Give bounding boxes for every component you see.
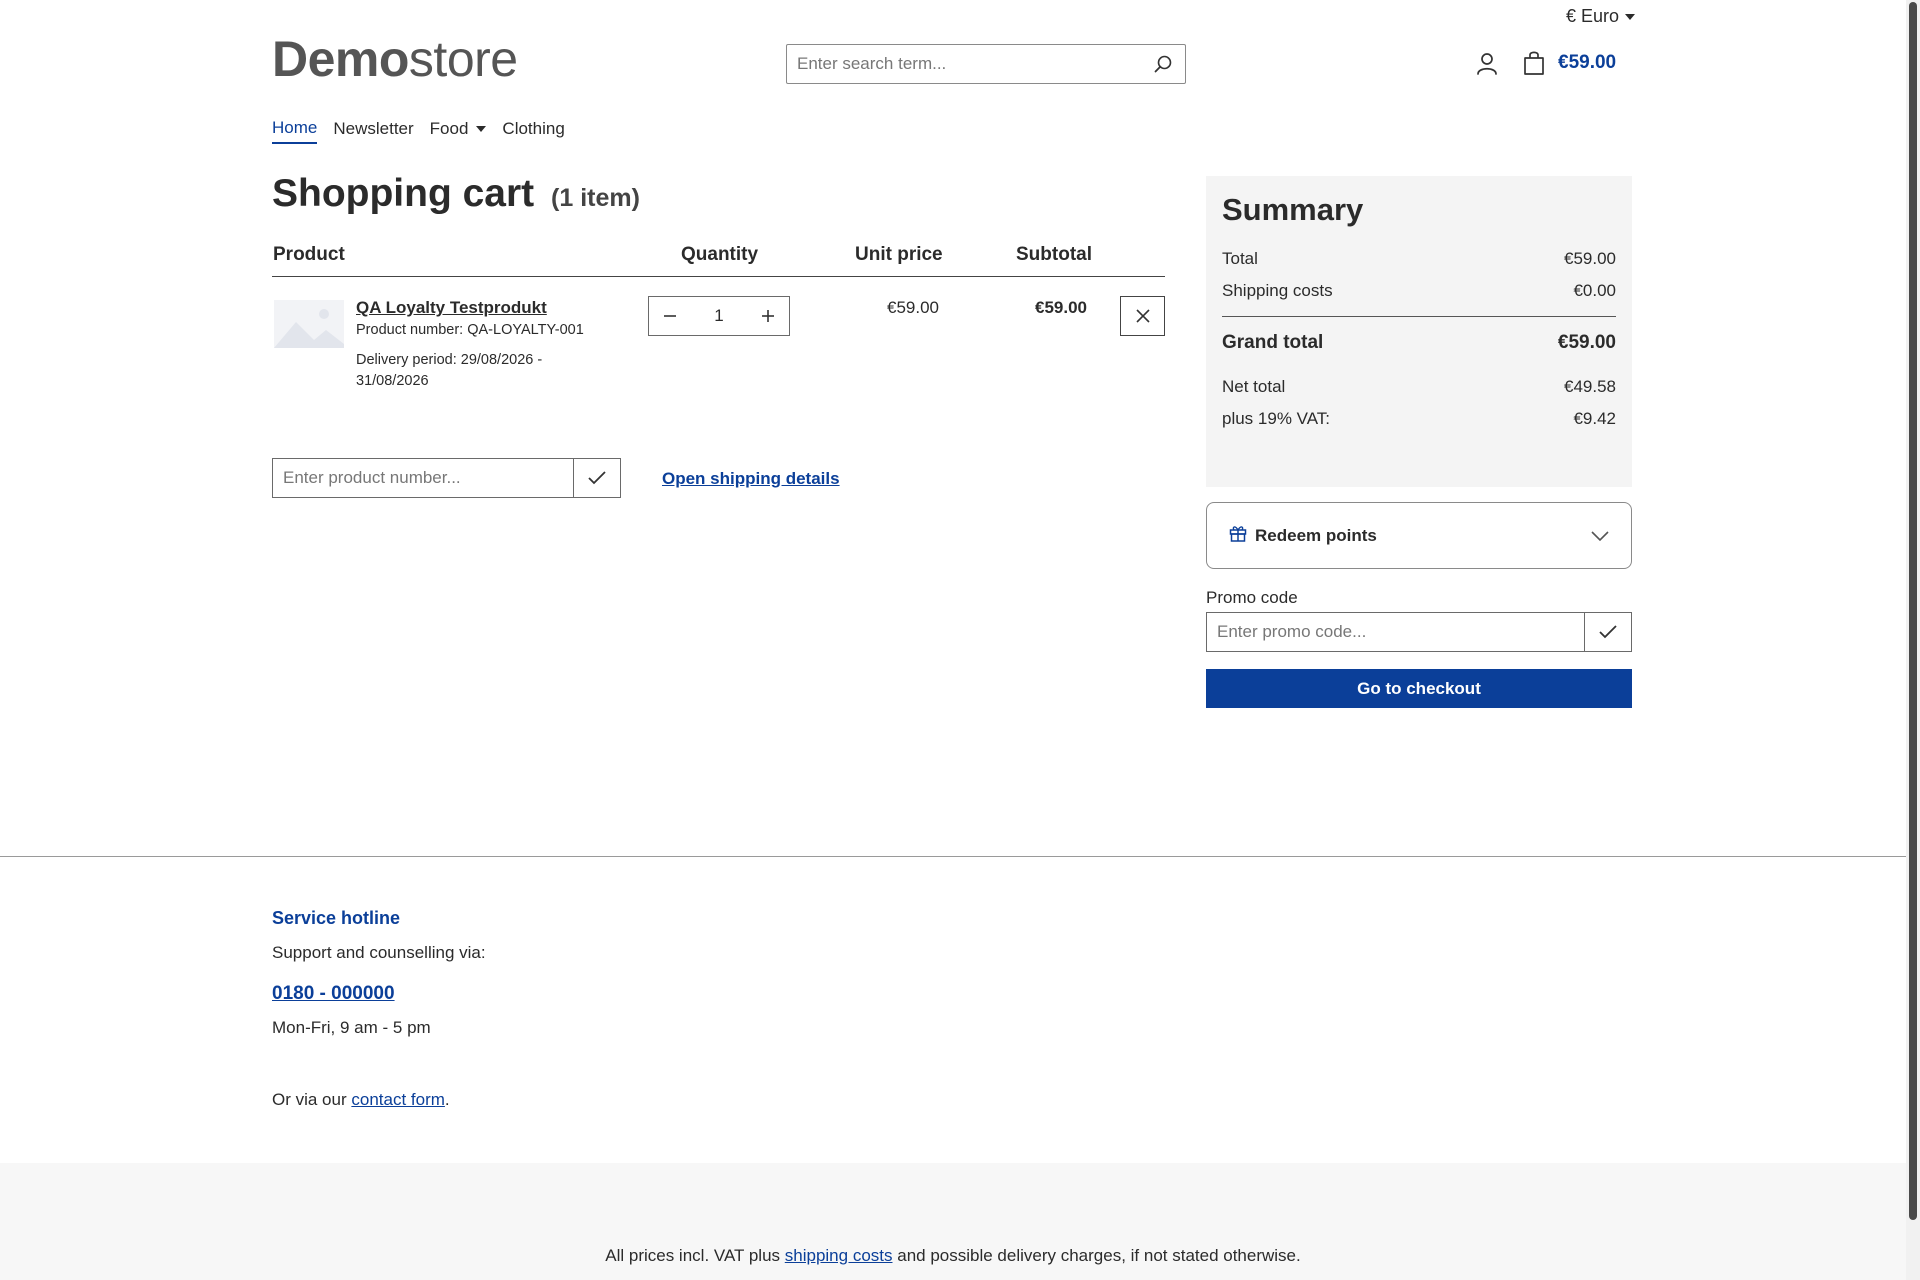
summary-value: €59.00: [1557, 332, 1616, 353]
unit-price: €59.00: [887, 298, 939, 317]
summary-row-shipping: Shipping costs €0.00: [1222, 281, 1616, 301]
promo-code-input[interactable]: [1207, 613, 1584, 651]
vat-notice: All prices incl. VAT plus shipping costs…: [0, 1246, 1906, 1266]
summary-label: Shipping costs: [1222, 281, 1333, 300]
column-header-unit-price: Unit price: [855, 244, 943, 265]
service-hours: Mon-Fri, 9 am - 5 pm: [272, 1018, 431, 1037]
logo-light: store: [408, 31, 518, 87]
summary-divider: [1222, 316, 1616, 317]
increase-quantity-button[interactable]: [747, 297, 789, 335]
summary-row-net: Net total €49.58: [1222, 377, 1616, 397]
decrease-quantity-button[interactable]: [649, 297, 691, 335]
nav-label: Home: [272, 118, 318, 137]
table-divider: [272, 276, 1165, 277]
account-icon[interactable]: [1476, 52, 1498, 81]
product-name-link[interactable]: QA Loyalty Testprodukt: [356, 298, 547, 318]
delivery-period: Delivery period: 29/08/2026 - 31/08/2026: [356, 352, 543, 389]
remove-item-button[interactable]: [1120, 296, 1165, 336]
caret-down-icon: [476, 126, 487, 132]
summary-panel: Summary Total €59.00 Shipping costs €0.0…: [1206, 176, 1632, 487]
product-number-input[interactable]: [273, 459, 573, 497]
summary-label: Net total: [1222, 377, 1286, 396]
summary-value: €0.00: [1573, 281, 1616, 300]
contact-form-link[interactable]: contact form: [351, 1090, 445, 1109]
item-count: (1 item): [551, 184, 640, 212]
cart-icon[interactable]: [1522, 50, 1546, 81]
checkmark-icon: [1599, 625, 1617, 639]
search-box: [786, 44, 1186, 84]
caret-down-icon: [1625, 13, 1636, 20]
promo-code-form: [1206, 612, 1632, 652]
summary-label: Grand total: [1222, 332, 1324, 353]
nav-item-clothing[interactable]: Clothing: [502, 118, 564, 144]
quantity-stepper: 1: [648, 296, 790, 336]
page-scrollbar[interactable]: [1906, 0, 1920, 1280]
store-logo[interactable]: Demostore: [272, 34, 518, 84]
plus-icon: [762, 310, 774, 322]
column-header-subtotal: Subtotal: [1016, 244, 1092, 265]
add-product-form: [272, 458, 621, 498]
shipping-costs-link[interactable]: shipping costs: [785, 1246, 893, 1265]
gift-icon: [1229, 524, 1247, 547]
search-input[interactable]: [787, 45, 1127, 83]
contact-text: Or via our contact form.: [272, 1090, 450, 1110]
nav-item-food[interactable]: Food: [430, 118, 487, 144]
redeem-points-label: Redeem points: [1255, 525, 1377, 545]
line-subtotal: €59.00: [1035, 298, 1087, 317]
minus-icon: [664, 315, 676, 317]
summary-row-total: Total €59.00: [1222, 249, 1616, 269]
nav-label: Newsletter: [333, 119, 414, 138]
nav-item-home[interactable]: Home: [272, 118, 318, 144]
checkmark-icon: [588, 471, 606, 485]
logo-bold: Demo: [272, 31, 409, 87]
quantity-value[interactable]: 1: [691, 306, 747, 326]
close-icon: [1135, 309, 1150, 323]
currency-selector[interactable]: € Euro: [1566, 6, 1636, 27]
hotline-phone-link[interactable]: 0180 - 000000: [272, 983, 395, 1005]
footer-divider: [0, 856, 1906, 857]
page-title-text: Shopping cart: [272, 172, 535, 215]
product-placeholder-image[interactable]: [274, 300, 344, 348]
vat-prefix: All prices incl. VAT plus: [605, 1246, 781, 1265]
summary-label: plus 19% VAT:: [1222, 409, 1331, 428]
currency-label: € Euro: [1566, 6, 1620, 26]
promo-code-label: Promo code: [1206, 588, 1298, 607]
summary-value: €49.58: [1564, 377, 1616, 396]
scrollbar-thumb[interactable]: [1909, 2, 1917, 1220]
open-shipping-details-link[interactable]: Open shipping details: [662, 469, 840, 489]
service-hotline-title: Service hotline: [272, 908, 401, 928]
column-header-product: Product: [273, 244, 345, 265]
go-to-checkout-button[interactable]: Go to checkout: [1206, 669, 1632, 708]
summary-value: €59.00: [1564, 249, 1616, 268]
page-title: Shopping cart (1 item): [272, 172, 640, 216]
summary-label: Total: [1222, 249, 1258, 268]
main-navigation: Home Newsletter Food Clothing: [272, 118, 565, 144]
summary-title: Summary: [1222, 192, 1364, 227]
product-number: Product number: QA-LOYALTY-001: [356, 322, 584, 338]
service-hotline-subtitle: Support and counselling via:: [272, 943, 486, 962]
redeem-points-toggle[interactable]: Redeem points: [1206, 502, 1632, 569]
vat-suffix: and possible delivery charges, if not st…: [897, 1246, 1301, 1265]
summary-value: €9.42: [1573, 409, 1616, 428]
nav-item-newsletter[interactable]: Newsletter: [333, 118, 413, 144]
contact-suffix: .: [444, 1090, 450, 1109]
apply-promo-button[interactable]: [1584, 613, 1631, 651]
chevron-down-icon: [1591, 529, 1609, 547]
nav-label: Food: [429, 119, 469, 138]
search-icon[interactable]: [1153, 54, 1173, 79]
column-header-quantity: Quantity: [681, 244, 759, 265]
add-product-button[interactable]: [573, 459, 620, 497]
summary-row-grand-total: Grand total €59.00: [1222, 332, 1616, 354]
header-cart-total[interactable]: €59.00: [1558, 52, 1616, 74]
summary-row-vat: plus 19% VAT: €9.42: [1222, 409, 1616, 429]
contact-prefix: Or via our: [272, 1090, 347, 1109]
nav-label: Clothing: [502, 119, 565, 138]
